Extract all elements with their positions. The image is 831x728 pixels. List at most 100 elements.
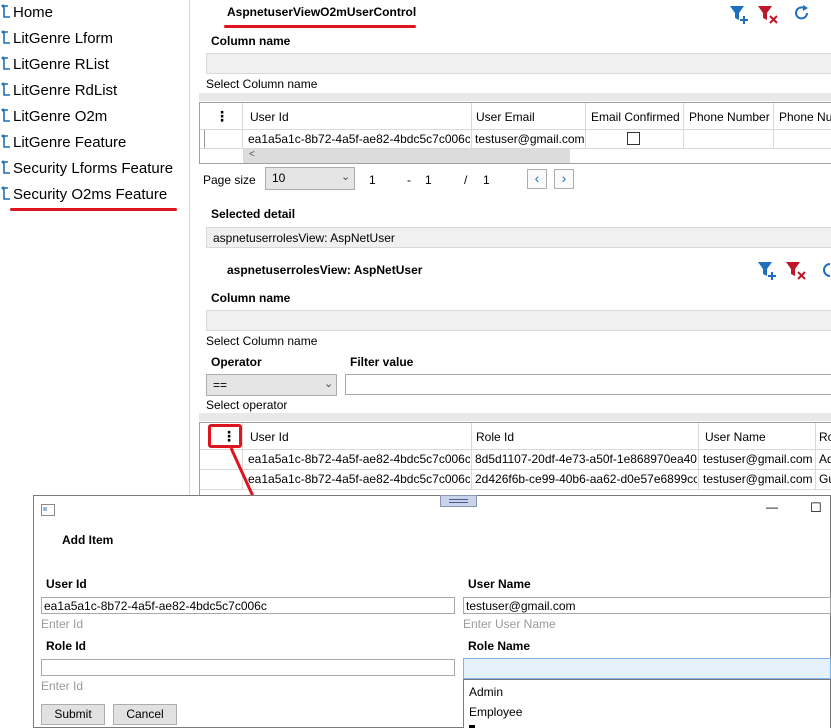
sidebar-item-label: Home [13, 3, 54, 21]
column-header-phone-number-2[interactable]: Phone Nu [779, 107, 831, 127]
sidebar-item-security-lforms-feature[interactable]: Security Lforms Feature [0, 155, 173, 181]
column-name-select[interactable] [206, 53, 831, 74]
tree-node-icon [1, 56, 10, 70]
chevron-down-icon: ⌄ [341, 171, 351, 183]
sidebar-item-litgenre-lform[interactable]: LitGenre Lform [0, 25, 113, 51]
page-size-value: 10 [272, 171, 286, 185]
sidebar-item-label: LitGenre Lform [13, 29, 114, 47]
chevron-down-icon: ⌄ [324, 378, 334, 390]
cell-role[interactable]: Gu [819, 469, 831, 489]
sidebar-item-label: LitGenre RList [13, 55, 109, 73]
refresh-icon[interactable] [793, 4, 811, 22]
sidebar-item-home[interactable]: Home [0, 0, 53, 25]
sidebar-item-label: LitGenre Feature [13, 133, 127, 151]
tree-node-icon [1, 30, 10, 44]
dialog-title: Add Item [62, 533, 114, 547]
scroll-left-icon[interactable]: < [249, 149, 255, 160]
pager-to: 1 [425, 173, 432, 187]
operator-select[interactable]: == ⌄ [206, 374, 337, 396]
user-id-value: ea1a5a1c-8b72-4a5f-ae82-4bdc5c7c006c [44, 599, 267, 613]
cell-user-name[interactable]: testuser@gmail.com [703, 469, 815, 489]
page-title: AspnetuserViewO2mUserControl [227, 5, 417, 19]
role-id-input[interactable] [41, 659, 455, 676]
column-header-user-id[interactable]: User Id [250, 107, 289, 127]
users-grid: ⋮ User Id User Email Email Confirmed Pho… [199, 102, 831, 164]
drag-handle[interactable] [440, 495, 477, 507]
sidebar-item-security-o2ms-feature[interactable]: Security O2ms Feature [0, 181, 167, 207]
select-column-hint-2: Select Column name [206, 334, 318, 348]
column-name-select-2[interactable] [206, 310, 831, 331]
role-id-label: Role Id [46, 639, 87, 653]
role-name-dropdown: Admin Employee [463, 679, 831, 728]
maximize-button[interactable]: ☐ [810, 500, 822, 516]
sidebar-item-litgenre-feature[interactable]: LitGenre Feature [0, 129, 126, 155]
sidebar-item-litgenre-o2m[interactable]: LitGenre O2m [0, 103, 107, 129]
column-header-user-name[interactable]: User Name [705, 427, 766, 447]
horizontal-scrollbar[interactable]: < [243, 149, 570, 163]
selected-detail-label: Selected detail [211, 207, 296, 221]
page-size-select[interactable]: 10 ⌄ [265, 167, 355, 190]
cell-user-id[interactable]: ea1a5a1c-8b72-4a5f-ae82-4bdc5c7c006c [248, 469, 470, 489]
cancel-button[interactable]: Cancel [113, 704, 177, 725]
selected-detail-select[interactable]: aspnetuserrolesView: AspNetUser [206, 227, 831, 248]
detail-title: aspnetuserrolesView: AspNetUser [227, 263, 423, 277]
user-name-value: testuser@gmail.com [466, 599, 576, 613]
prev-page-button[interactable]: ‹ [527, 169, 547, 189]
selected-detail-value: aspnetuserrolesView: AspNetUser [213, 231, 395, 245]
user-id-input[interactable]: ea1a5a1c-8b72-4a5f-ae82-4bdc5c7c006c [41, 597, 455, 614]
column-header-role-id[interactable]: Role Id [476, 427, 514, 447]
email-confirmed-checkbox[interactable] [627, 132, 640, 145]
next-page-button[interactable]: › [554, 169, 574, 189]
clear-filter-icon[interactable] [757, 4, 779, 24]
cell-user-name[interactable]: testuser@gmail.com [703, 449, 815, 469]
column-header-user-id[interactable]: User Id [250, 427, 289, 447]
sidebar-item-litgenre-rlist[interactable]: LitGenre RList [0, 51, 109, 77]
operator-label: Operator [211, 355, 262, 369]
grid-menu-icon[interactable]: ⋮ [215, 106, 235, 126]
tree-node-icon [1, 134, 10, 148]
roles-grid: ⋮ User Id Role Id User Name Ro ea1a5a1c-… [199, 422, 831, 497]
select-column-hint: Select Column name [206, 77, 318, 91]
annotation-underline [224, 25, 416, 28]
select-operator-hint: Select operator [206, 398, 288, 412]
refresh-icon[interactable] [821, 261, 831, 279]
cell-user-id[interactable]: ea1a5a1c-8b72-4a5f-ae82-4bdc5c7c006c [248, 129, 470, 149]
tree-node-icon [1, 4, 10, 18]
window-icon [41, 504, 55, 516]
column-header-user-email[interactable]: User Email [476, 107, 535, 127]
tree-node-icon [1, 108, 10, 122]
pager-dash: - [407, 173, 411, 187]
role-name-label: Role Name [468, 639, 531, 653]
column-name-label-2: Column name [211, 291, 291, 305]
cell-role-id[interactable]: 2d426f6b-ce99-40b6-aa62-d0e57e6899cc [475, 469, 697, 489]
tree-node-icon [1, 186, 10, 200]
pager-current: 1 [369, 173, 376, 187]
column-header-role[interactable]: Ro [819, 427, 831, 447]
cell-user-email[interactable]: testuser@gmail.com [475, 129, 585, 149]
cell-user-id[interactable]: ea1a5a1c-8b72-4a5f-ae82-4bdc5c7c006c [248, 449, 470, 469]
user-name-hint: Enter User Name [463, 617, 556, 631]
filter-value-input[interactable] [345, 374, 831, 395]
role-option-employee[interactable]: Employee [469, 705, 522, 719]
minimize-button[interactable]: — [766, 500, 778, 514]
tree-node-icon [1, 82, 10, 96]
sidebar-item-label: LitGenre RdList [13, 81, 118, 99]
pager-total: 1 [483, 173, 490, 187]
column-header-phone-number[interactable]: Phone Number [689, 107, 770, 127]
sidebar-item-litgenre-rdlist[interactable]: LitGenre RdList [0, 77, 117, 103]
user-id-hint: Enter Id [41, 617, 84, 631]
clear-filter-icon[interactable] [785, 260, 807, 280]
role-id-hint: Enter Id [41, 679, 84, 693]
add-filter-icon[interactable] [729, 4, 751, 24]
column-header-email-confirmed[interactable]: Email Confirmed [591, 107, 680, 127]
cell-role-id[interactable]: 8d5d1107-20df-4e73-a50f-1e868970ea40 [475, 449, 697, 469]
user-name-label: User Name [468, 577, 531, 591]
submit-button[interactable]: Submit [41, 704, 105, 725]
add-filter-icon[interactable] [757, 260, 779, 280]
sidebar-item-label: Security O2ms Feature [13, 185, 168, 203]
user-name-input[interactable]: testuser@gmail.com [463, 597, 831, 614]
role-option-admin[interactable]: Admin [469, 685, 503, 699]
page-size-label: Page size [203, 173, 256, 187]
role-name-select[interactable] [463, 658, 831, 679]
cell-role[interactable]: Ad [819, 449, 831, 469]
